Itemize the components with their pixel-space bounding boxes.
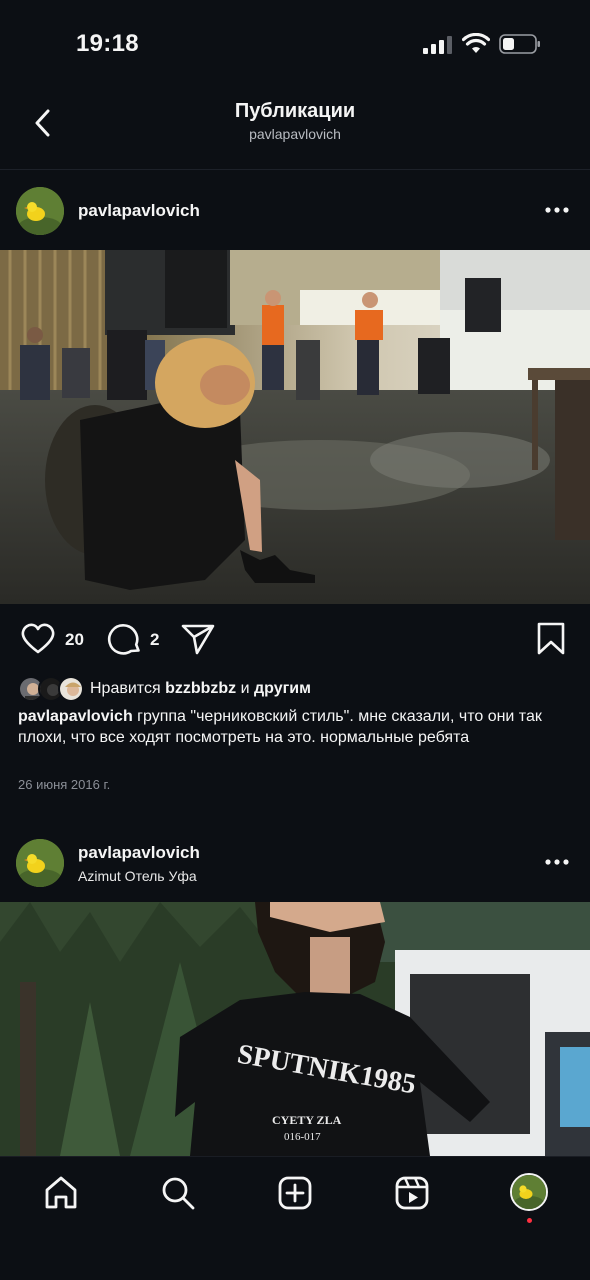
add-post-icon[interactable] (277, 1175, 313, 1211)
signal-icon (423, 36, 452, 54)
wifi-icon (462, 33, 490, 53)
shirt-print-sub1: CYETY ZLA (272, 1113, 342, 1127)
likes-summary[interactable]: Нравится bzzbbzbz и другим (18, 676, 578, 704)
profile-avatar-icon[interactable] (510, 1173, 548, 1211)
battery-icon (499, 34, 540, 54)
likes-others-link[interactable]: другим (254, 680, 311, 697)
heart-icon[interactable] (20, 621, 56, 657)
post-header: pavlapavlovich Azimut Отель Уфа (0, 824, 590, 902)
avatar[interactable] (16, 187, 64, 235)
home-icon[interactable] (43, 1175, 79, 1211)
post-header: pavlapavlovich (0, 172, 590, 250)
liker-username[interactable]: bzzbbzbz (165, 680, 236, 697)
page-subtitle: pavlapavlovich (249, 126, 341, 142)
page-title: Публикации (234, 100, 356, 122)
caption-username[interactable]: pavlapavlovich (18, 708, 133, 725)
post-username[interactable]: pavlapavlovich (78, 201, 200, 221)
likes-prefix: Нравится (90, 680, 161, 697)
post-actions: 20 2 (0, 604, 590, 674)
avatar[interactable] (16, 839, 64, 887)
more-horizontal-icon[interactable] (544, 205, 570, 215)
bottom-tab-bar (0, 1156, 590, 1280)
send-icon[interactable] (180, 621, 216, 657)
notification-dot (527, 1218, 532, 1223)
shirt-print-sub2: 016-017 (284, 1131, 321, 1143)
post-photo[interactable]: SPUTNIK1985 CYETY ZLA 016-017 (0, 902, 590, 1156)
likes-text: Нравится bzzbbzbz и другим (90, 680, 311, 698)
status-bar: 19:18 (0, 0, 590, 88)
bookmark-icon[interactable] (536, 621, 566, 657)
navigation-header: Публикации pavlapavlovich (0, 88, 590, 170)
comments-count[interactable]: 2 (150, 630, 159, 650)
post-caption: pavlapavlovich группа "черниковский стил… (18, 706, 574, 748)
reels-icon[interactable] (394, 1175, 430, 1211)
likes-count[interactable]: 20 (65, 630, 84, 650)
post-username[interactable]: pavlapavlovich (78, 843, 200, 863)
status-time: 19:18 (76, 30, 139, 57)
post-photo[interactable] (0, 250, 590, 604)
comment-icon[interactable] (107, 621, 143, 657)
liker-avatar (58, 676, 84, 702)
post-location[interactable]: Azimut Отель Уфа (78, 868, 197, 884)
post-date: 26 июня 2016 г. (18, 777, 111, 792)
search-icon[interactable] (160, 1175, 196, 1211)
likes-and: и (240, 680, 250, 697)
more-horizontal-icon[interactable] (544, 857, 570, 867)
